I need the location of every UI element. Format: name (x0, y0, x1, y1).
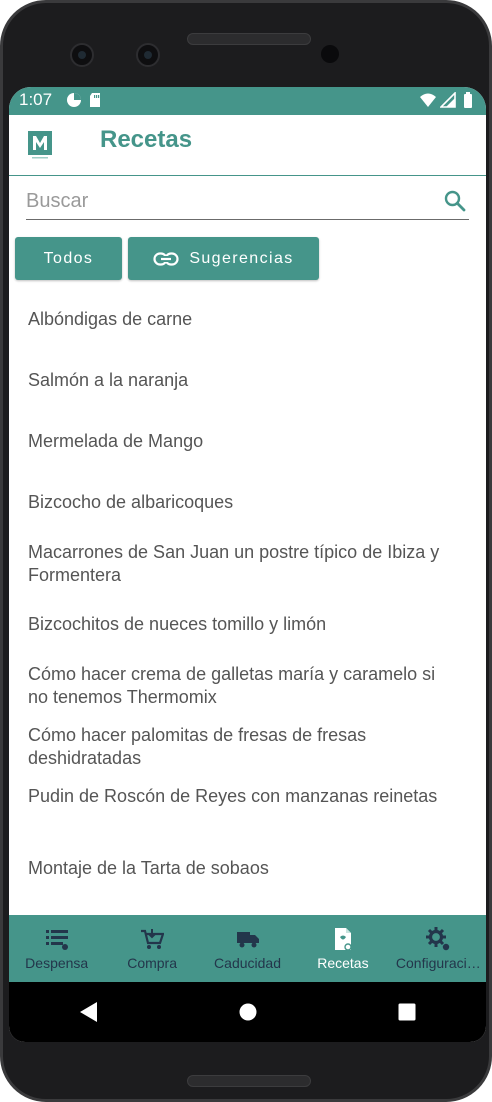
shopping-cart-icon (141, 929, 165, 949)
status-bar: 1:07 (9, 87, 486, 115)
nav-item-compra[interactable]: Compra (104, 915, 199, 982)
data-saver-icon (67, 93, 81, 107)
expiry-truck-icon (236, 932, 259, 948)
recipe-item[interactable]: Pudin de Roscón de Reyes con manzanas re… (28, 785, 448, 808)
suggestions-button[interactable]: Sugerencias (128, 237, 319, 280)
system-navigation-bar (9, 982, 486, 1042)
bottom-navigation: Despensa Compra Caducidad Recetas Config… (9, 915, 486, 982)
recipe-item[interactable]: Albóndigas de carne (28, 308, 448, 331)
recipe-book-icon (334, 928, 352, 951)
nav-item-configuracion[interactable]: Configuraci… (391, 915, 486, 982)
phone-frame: 1:07 Recetas Buscar Todos Sugerencias Al… (0, 0, 492, 1102)
sd-card-icon (90, 93, 100, 107)
nav-item-despensa[interactable]: Despensa (9, 915, 104, 982)
app-bar: Recetas (9, 115, 486, 176)
recipe-item[interactable]: Bizcocho de albaricoques (28, 491, 448, 514)
link-icon (153, 251, 179, 266)
page-title: Recetas (100, 126, 193, 153)
suggestions-label: Sugerencias (189, 249, 294, 267)
search-icon[interactable] (443, 189, 467, 213)
recipe-item[interactable]: Cómo hacer crema de galletas maría y car… (28, 663, 448, 709)
all-recipes-button[interactable]: Todos (15, 237, 122, 280)
search-bar (26, 185, 469, 220)
recent-apps-icon[interactable] (398, 1003, 416, 1021)
app-screen: 1:07 Recetas Buscar Todos Sugerencias Al… (9, 87, 486, 1042)
front-sensor-icon (136, 43, 160, 67)
proximity-sensor-icon (321, 45, 339, 63)
recipe-item[interactable]: Salmón a la naranja (28, 369, 448, 392)
recipe-item[interactable]: Montaje de la Tarta de sobaos (28, 857, 448, 880)
search-input[interactable] (26, 185, 426, 217)
signal-icon (440, 92, 456, 108)
recipe-item[interactable]: Macarrones de San Juan un postre típico … (28, 541, 448, 587)
recipe-item[interactable]: Bizcochitos de nueces tomillo y limón (28, 613, 448, 636)
battery-icon (464, 92, 472, 108)
earpiece-speaker (187, 33, 311, 45)
all-recipes-label: Todos (43, 249, 94, 267)
front-camera-icon (70, 43, 94, 67)
bottom-speaker (187, 1075, 311, 1087)
pantry-list-icon (45, 930, 68, 950)
wifi-icon (420, 93, 436, 107)
recipe-item[interactable]: Cómo hacer palomitas de fresas de fresas… (28, 724, 448, 770)
settings-gear-icon (426, 927, 450, 951)
recipe-item[interactable]: Mermelada de Mango (28, 430, 448, 453)
status-time: 1:07 (19, 90, 53, 109)
home-icon[interactable] (239, 1003, 257, 1021)
nav-item-caducidad[interactable]: Caducidad (200, 915, 295, 982)
back-icon[interactable] (79, 1001, 99, 1023)
app-logo (28, 131, 52, 159)
nav-item-recetas[interactable]: Recetas (295, 915, 390, 982)
